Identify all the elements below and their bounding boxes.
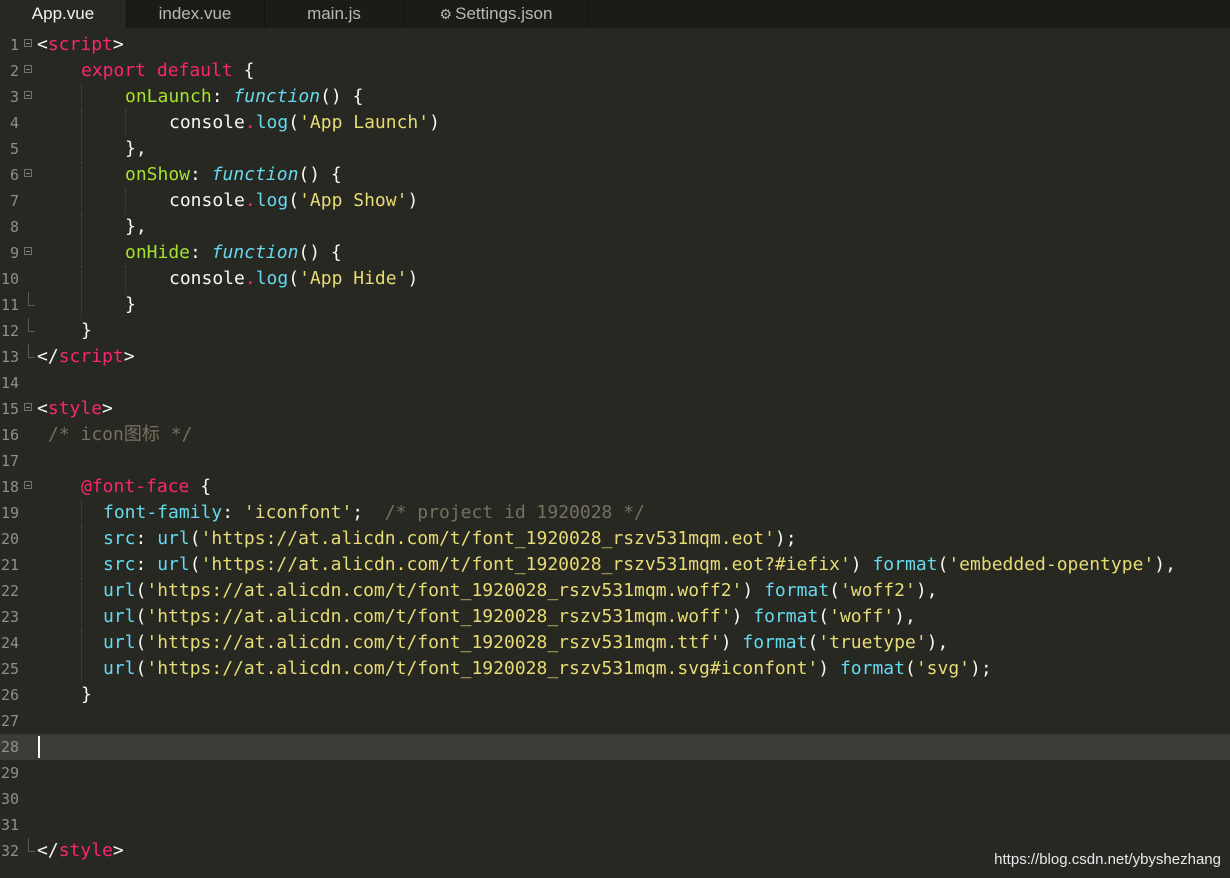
line-number: 14 xyxy=(0,374,19,392)
line-number: 25 xyxy=(0,660,19,678)
current-line[interactable]: 28 xyxy=(0,734,1230,760)
line-number: 3 xyxy=(9,88,19,106)
line-number: 17 xyxy=(0,452,19,470)
line-number: 15 xyxy=(0,400,19,418)
code-line: 29 xyxy=(0,760,1230,786)
line-number: 16 xyxy=(0,426,19,444)
fold-icon[interactable] xyxy=(24,481,32,489)
line-number: 32 xyxy=(0,842,19,860)
fold-icon[interactable] xyxy=(24,39,32,47)
code-line: 3 onLaunch: function() { xyxy=(0,84,1230,110)
fold-icon[interactable] xyxy=(24,247,32,255)
line-number: 7 xyxy=(9,192,19,210)
line-number: 5 xyxy=(9,140,19,158)
code-line: 17 xyxy=(0,448,1230,474)
line-number: 11 xyxy=(0,296,19,314)
tab-app-vue[interactable]: App.vue xyxy=(0,0,127,28)
fold-icon[interactable] xyxy=(24,65,32,73)
line-number: 8 xyxy=(9,218,19,236)
line-number: 26 xyxy=(0,686,19,704)
code-line: 10 console.log('App Hide') xyxy=(0,266,1230,292)
code-line: 27 xyxy=(0,708,1230,734)
gear-icon: ⚙ xyxy=(439,6,453,22)
line-number: 12 xyxy=(0,322,19,340)
code-line: 30 xyxy=(0,786,1230,812)
line-number: 2 xyxy=(9,62,19,80)
line-number: 6 xyxy=(9,166,19,184)
code-line: 4 console.log('App Launch') xyxy=(0,110,1230,136)
fold-icon[interactable] xyxy=(24,403,32,411)
line-number: 19 xyxy=(0,504,19,522)
watermark: https://blog.csdn.net/ybyshezhang xyxy=(994,851,1221,868)
line-number: 24 xyxy=(0,634,19,652)
line-number: 20 xyxy=(0,530,19,548)
fold-icon[interactable] xyxy=(24,169,32,177)
code-line: 25 url('https://at.alicdn.com/t/font_192… xyxy=(0,656,1230,682)
code-line: 1 <script> xyxy=(0,32,1230,58)
line-number: 9 xyxy=(9,244,19,262)
code-line: 22 url('https://at.alicdn.com/t/font_192… xyxy=(0,578,1230,604)
line-number: 27 xyxy=(0,712,19,730)
code-line: 19 font-family: 'iconfont'; /* project i… xyxy=(0,500,1230,526)
line-number: 31 xyxy=(0,816,19,834)
tab-settings-json-label: Settings.json xyxy=(455,4,553,23)
line-number: 28 xyxy=(0,738,19,756)
code-line: 13 </script> xyxy=(0,344,1230,370)
line-number: 10 xyxy=(0,270,19,288)
line-number: 23 xyxy=(0,608,19,626)
code-line: 7 console.log('App Show') xyxy=(0,188,1230,214)
text-cursor xyxy=(38,736,40,758)
tab-main-js[interactable]: main.js xyxy=(264,0,405,28)
code-editor[interactable]: 1 <script> 2 export default { 3 onLaunch… xyxy=(0,32,1230,878)
code-line: 15 <style> xyxy=(0,396,1230,422)
line-number: 18 xyxy=(0,478,19,496)
code-line: 31 xyxy=(0,812,1230,838)
code-line: 18 @font-face { xyxy=(0,474,1230,500)
code-line: 2 export default { xyxy=(0,58,1230,84)
line-number: 1 xyxy=(9,36,19,54)
code-line: 16 /* icon图标 */ xyxy=(0,422,1230,448)
tab-bar: App.vue index.vue main.js ⚙ Settings.json xyxy=(0,0,1230,28)
line-number: 4 xyxy=(9,114,19,132)
code-line: 21 src: url('https://at.alicdn.com/t/fon… xyxy=(0,552,1230,578)
code-line: 5 }, xyxy=(0,136,1230,162)
code-line: 20 src: url('https://at.alicdn.com/t/fon… xyxy=(0,526,1230,552)
line-number: 13 xyxy=(0,348,19,366)
code-line: 12 } xyxy=(0,318,1230,344)
code-line: 26 } xyxy=(0,682,1230,708)
line-number: 22 xyxy=(0,582,19,600)
code-line: 11 } xyxy=(0,292,1230,318)
code-line: 8 }, xyxy=(0,214,1230,240)
line-number: 30 xyxy=(0,790,19,808)
tab-settings-json[interactable]: ⚙ Settings.json xyxy=(404,0,589,28)
line-number: 21 xyxy=(0,556,19,574)
fold-icon[interactable] xyxy=(24,91,32,99)
code-line: 24 url('https://at.alicdn.com/t/font_192… xyxy=(0,630,1230,656)
code-line: 14 xyxy=(0,370,1230,396)
code-line: 9 onHide: function() { xyxy=(0,240,1230,266)
line-number: 29 xyxy=(0,764,19,782)
tab-index-vue[interactable]: index.vue xyxy=(126,0,265,28)
code-line: 6 onShow: function() { xyxy=(0,162,1230,188)
code-line: 23 url('https://at.alicdn.com/t/font_192… xyxy=(0,604,1230,630)
